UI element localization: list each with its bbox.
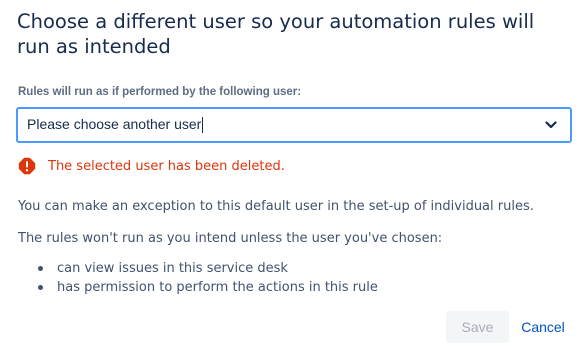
error-message: The selected user has been deleted. (18, 157, 285, 175)
change-user-dialog: Choose a different user so your automati… (0, 0, 585, 347)
info-paragraph-exception: You can make an exception to this defaul… (18, 199, 534, 214)
dialog-title: Choose a different user so your automati… (17, 10, 535, 58)
text-cursor (202, 116, 204, 133)
conditions-list: can view issues in this service desk has… (38, 259, 378, 297)
user-select[interactable]: Please choose another user (16, 107, 572, 143)
cancel-button[interactable]: Cancel (514, 311, 572, 343)
save-button[interactable]: Save (446, 311, 509, 343)
info-paragraph-conditions: The rules won't run as you intend unless… (18, 231, 443, 246)
list-item: has permission to perform the actions in… (38, 278, 378, 297)
list-item: can view issues in this service desk (38, 259, 378, 278)
error-icon (18, 157, 36, 175)
chevron-down-icon[interactable] (544, 118, 558, 132)
error-text: The selected user has been deleted. (48, 158, 285, 174)
user-field-label: Rules will run as if performed by the fo… (18, 86, 302, 98)
user-select-value[interactable]: Please choose another user (27, 116, 544, 133)
